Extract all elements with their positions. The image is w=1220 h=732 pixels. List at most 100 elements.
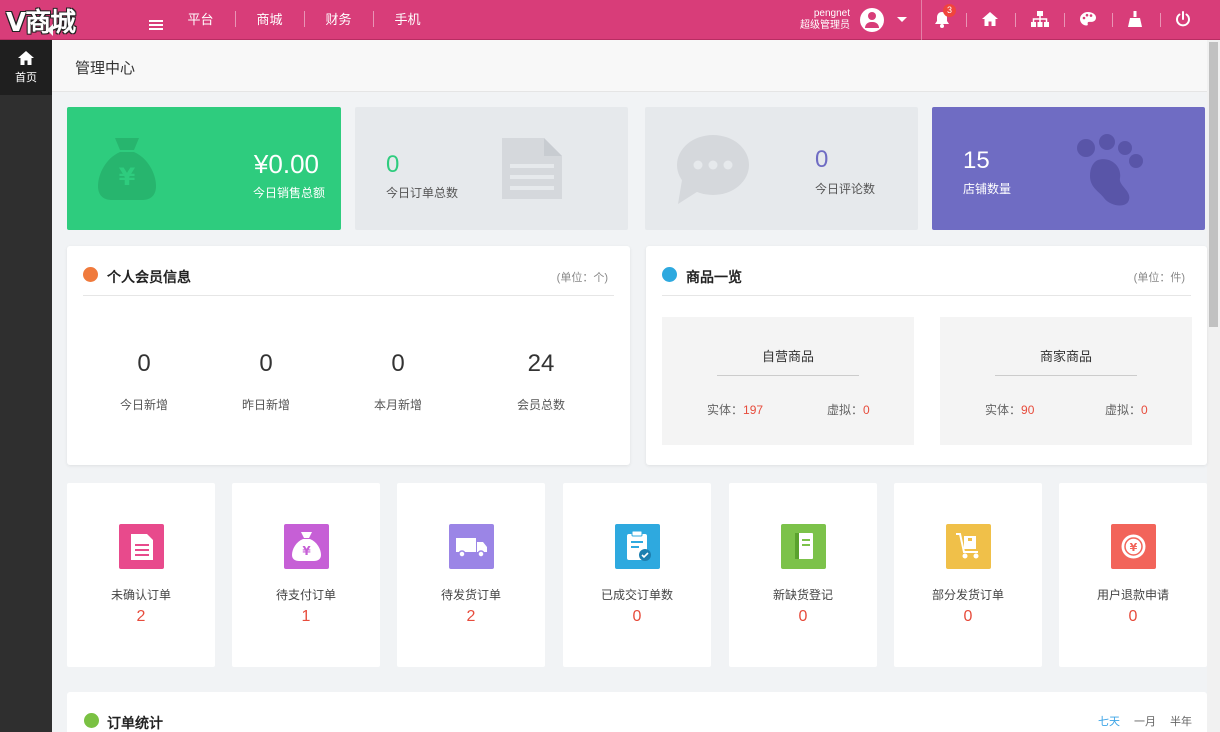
statistics-icon: [84, 713, 99, 728]
notification-badge: 3: [943, 4, 956, 17]
stat-label: 店铺数量: [963, 182, 1012, 196]
order-card-unconfirmed[interactable]: 未确认订单 2: [67, 483, 215, 667]
refund-icon: ¥: [1111, 524, 1156, 569]
card-header: 个人会员信息 (单位：个): [83, 246, 614, 296]
active-indicator: [47, 24, 53, 36]
menu-toggle-icon[interactable]: [149, 20, 163, 32]
nav-item-mall[interactable]: 商城: [235, 0, 304, 40]
stat-card-reviews[interactable]: 0 今日评论数: [645, 107, 918, 230]
order-card-out-of-stock[interactable]: 新缺货登记 0: [729, 483, 877, 667]
card-header: 商品一览 (单位：件): [662, 246, 1191, 296]
order-label: 已成交订单数: [600, 588, 673, 602]
member-stat[interactable]: 0 本月新增: [338, 350, 458, 413]
stat-value: 0: [137, 350, 151, 377]
member-stat[interactable]: 24 会员总数: [481, 350, 601, 413]
stat-value: 0: [815, 146, 829, 173]
clipboard-check-icon: [615, 524, 660, 569]
order-card-completed[interactable]: 已成交订单数 0: [563, 483, 711, 667]
stat-value: 24: [527, 350, 555, 377]
user-name: pengnet: [813, 8, 850, 19]
order-label: 用户退款申请: [1096, 588, 1169, 602]
group-title: 自营商品: [717, 346, 859, 376]
goods-icon: [662, 267, 677, 282]
stat-label: 今日销售总额: [252, 186, 325, 200]
goods-overview-card: 商品一览 (单位：件) 自营商品 实体：197 虚拟：0 商家商品 实体：90 …: [646, 246, 1207, 465]
tab-seven-days[interactable]: 七天: [1098, 713, 1120, 729]
user-info[interactable]: pengnet 超级管理员: [790, 8, 850, 32]
order-count: 1: [301, 608, 311, 625]
order-card-unpaid[interactable]: ¥ 待支付订单 1: [232, 483, 380, 667]
stat-label: 昨日新增: [241, 398, 290, 412]
avatar[interactable]: [860, 8, 884, 32]
stat-value: 0: [259, 350, 273, 377]
tab-one-month[interactable]: 一月: [1134, 713, 1156, 729]
order-count: 2: [466, 608, 476, 625]
breadcrumb: 管理中心: [52, 40, 1207, 92]
paw-icon: [1077, 134, 1143, 206]
user-role: 超级管理员: [800, 20, 850, 31]
stat-value: 0: [386, 151, 400, 178]
bell-icon[interactable]: [917, 0, 967, 40]
order-count: 0: [963, 608, 973, 625]
virtual-count: 虚拟：0: [1105, 403, 1148, 417]
stat-card-sales[interactable]: ¥ ¥0.00 今日销售总额: [67, 107, 341, 230]
physical-count: 实体：197: [707, 403, 764, 417]
order-count: 0: [632, 608, 642, 625]
logo[interactable]: V商城: [6, 2, 76, 39]
stat-label: 今日新增: [119, 398, 168, 412]
truck-icon: [449, 524, 494, 569]
home-icon: [18, 51, 34, 65]
self-goods-box[interactable]: 自营商品 实体：197 虚拟：0: [662, 317, 914, 445]
stat-value: 15: [963, 147, 990, 174]
nav-item-platform[interactable]: 平台: [166, 0, 235, 40]
virtual-count: 虚拟：0: [827, 403, 870, 417]
card-title: 订单统计: [107, 715, 163, 731]
order-count: 0: [798, 608, 808, 625]
member-stat[interactable]: 0 今日新增: [84, 350, 204, 413]
order-card-to-ship[interactable]: 待发货订单 2: [397, 483, 545, 667]
unit-label: (单位：个): [556, 272, 608, 284]
top-bar: V商城 平台 商城 财务 手机 pengnet 超级管理员 3: [0, 0, 1220, 40]
sidebar-item-home[interactable]: 首页: [0, 40, 52, 95]
palette-icon[interactable]: [1062, 0, 1112, 40]
group-title: 商家商品: [995, 346, 1137, 376]
order-label: 部分发货订单: [931, 588, 1004, 602]
order-statistics-card: 订单统计 七天 一月 半年: [67, 692, 1207, 732]
stat-value: ¥0.00: [253, 149, 319, 179]
page-title: 管理中心: [75, 60, 136, 77]
chevron-down-icon[interactable]: [897, 17, 907, 22]
cart-box-icon: [946, 524, 991, 569]
svg-text:¥: ¥: [1130, 541, 1138, 554]
nav-item-finance[interactable]: 财务: [304, 0, 373, 40]
stat-value: 0: [391, 350, 405, 377]
stat-label: 今日订单总数: [386, 186, 459, 200]
order-count: 0: [1128, 608, 1138, 625]
nav-item-mobile[interactable]: 手机: [373, 0, 442, 40]
stat-label: 本月新增: [373, 398, 422, 412]
clean-icon[interactable]: [1110, 0, 1160, 40]
order-card-partial-shipped[interactable]: 部分发货订单 0: [894, 483, 1042, 667]
sitemap-icon[interactable]: [1014, 0, 1064, 40]
svg-text:¥: ¥: [119, 163, 136, 191]
notebook-icon: [781, 524, 826, 569]
tab-half-year[interactable]: 半年: [1170, 713, 1192, 729]
stat-label: 会员总数: [516, 398, 565, 412]
order-count: 2: [136, 608, 146, 625]
sidebar-item-label: 首页: [15, 72, 37, 84]
order-label: 未确认订单: [110, 588, 171, 602]
power-icon[interactable]: [1158, 0, 1208, 40]
order-card-refund[interactable]: ¥ 用户退款申请 0: [1059, 483, 1207, 667]
home-icon[interactable]: [964, 0, 1014, 40]
scrollbar-thumb[interactable]: [1209, 42, 1218, 327]
merchant-goods-box[interactable]: 商家商品 实体：90 虚拟：0: [940, 317, 1192, 445]
stat-label: 今日评论数: [815, 182, 876, 196]
unit-label: (单位：件): [1133, 272, 1185, 284]
top-nav: 平台 商城 财务 手机: [166, 0, 442, 40]
stat-card-orders[interactable]: 0 今日订单总数: [355, 107, 628, 230]
card-title: 商品一览: [686, 269, 742, 285]
order-label: 待支付订单: [275, 588, 336, 602]
card-title: 个人会员信息: [107, 269, 191, 285]
stat-card-stores[interactable]: 15 店铺数量: [932, 107, 1205, 230]
member-stat[interactable]: 0 昨日新增: [206, 350, 326, 413]
chat-bubble-icon: [677, 135, 749, 204]
